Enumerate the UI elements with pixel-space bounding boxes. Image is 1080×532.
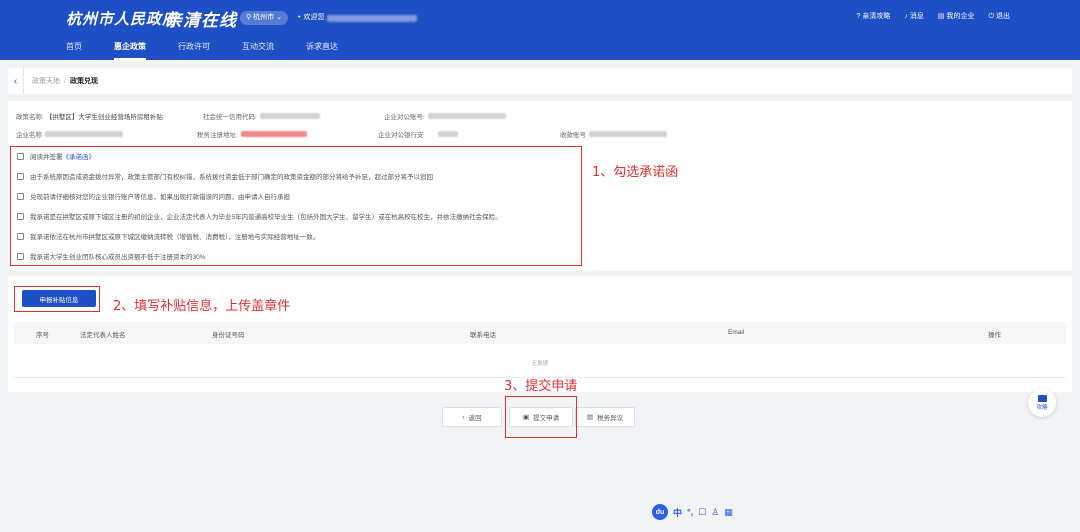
baidu-ime-logo[interactable]: du	[652, 504, 668, 520]
check-item-sign[interactable]: 阅读并签署 《承诺函》	[17, 151, 95, 161]
bank-label: 企业对公银行支	[378, 132, 424, 139]
location-pin-icon: ⚲	[246, 14, 252, 21]
book-icon	[1037, 395, 1047, 402]
guide-link[interactable]: ? 亲清攻略	[856, 11, 890, 23]
back-button[interactable]: ‹ 返回	[442, 407, 502, 427]
checkbox[interactable]	[17, 172, 24, 180]
power-icon: ⏻	[988, 13, 994, 20]
city-label: 杭州市	[253, 14, 275, 21]
qinqing-slogan: 亲清在线	[165, 11, 237, 31]
nav-interaction[interactable]: 互动交流	[242, 41, 274, 57]
document-icon: ▤	[586, 414, 594, 421]
guide-float-button[interactable]: 攻略	[1028, 389, 1056, 417]
breadcrumb-root[interactable]: 政策天地	[32, 76, 60, 86]
tax-address-label: 税务注册地址:	[197, 132, 238, 139]
nav-home[interactable]: 首页	[66, 41, 82, 57]
checkbox[interactable]	[17, 152, 24, 160]
account-no-row: 企业对公账号:	[384, 111, 506, 121]
checkbox[interactable]	[17, 232, 24, 240]
welcome-label: 欢迎您	[303, 14, 325, 21]
col-phone: 联系电话	[470, 332, 496, 339]
info-row-1: 政策名称: 【拱墅区】大学生创业经营场所房租补贴	[16, 111, 163, 121]
city-selector[interactable]: ⚲ 杭州市 ⌄	[240, 11, 289, 25]
table-header: 序号 法定代表人姓名 身份证号码 联系电话 Email 操作	[14, 322, 1066, 344]
bank-row: 企业对公银行支	[378, 129, 458, 139]
col-action: 操作	[988, 332, 1001, 339]
company-row: 企业名称	[16, 129, 123, 139]
redacted-bank	[437, 131, 458, 137]
account-no-label: 企业对公账号:	[384, 114, 425, 121]
checkbox[interactable]	[17, 192, 24, 200]
tax-dispute-button[interactable]: ▤ 税务异议	[575, 407, 635, 427]
redacted-tax-address	[240, 131, 307, 137]
empty-text: 无数据	[531, 361, 549, 367]
company-label: 企业名称	[16, 132, 42, 139]
redacted-receive-account	[589, 131, 667, 137]
check-item-correction[interactable]: 由于系统原因造成资金拨付异常，政策主管部门有权纠错，系统拨付资金低于部门确定的政…	[17, 171, 433, 181]
receive-account-row: 收款账号	[560, 129, 667, 139]
check-item-team[interactable]: 我承诺大学生创业团队核心成员出资额不低于注册资本的30%	[17, 251, 206, 261]
ime-chinese-mode[interactable]: 中	[673, 506, 682, 519]
redacted-company	[45, 131, 123, 137]
welcome-text: • 欢迎您	[298, 12, 418, 24]
checkbox[interactable]	[17, 212, 24, 220]
breadcrumb: ‹ 政策天地 / 政策兑现	[8, 68, 1072, 94]
main-nav: 首页 惠企政策 行政许可 互动交流 诉求直达	[66, 41, 370, 60]
ime-grid-icon[interactable]: ▦	[724, 507, 733, 518]
policy-name-value: 【拱墅区】大学生创业经营场所房租补贴	[45, 114, 163, 121]
ime-punctuation[interactable]: °,	[687, 507, 693, 517]
breadcrumb-current: 政策兑现	[69, 78, 98, 85]
check-item-startup[interactable]: 我承诺是在拱墅区或原下城区注册的初创企业，企业法定代表人为毕业5年内普通高校毕业…	[17, 211, 502, 221]
chevron-down-icon: ⌄	[276, 14, 283, 21]
logout-link[interactable]: ⏻ 退出	[988, 11, 1010, 23]
annotation-step3: 3、提交申请	[504, 379, 578, 394]
check-item-tax[interactable]: 我承诺依法在杭州市拱墅区或原下城区缴纳流转税（增值税、消费税），注册地与实际经营…	[17, 231, 319, 241]
col-email: Email	[728, 329, 745, 336]
redacted-credit-code	[259, 113, 320, 119]
back-arrow-icon[interactable]: ‹	[8, 68, 24, 94]
nav-permit[interactable]: 行政许可	[178, 41, 210, 57]
header-actions: ? 亲清攻略 ♪ 消息 ▤ 我的企业 ⏻ 退出	[856, 11, 1010, 23]
breadcrumb-separator: /	[64, 77, 66, 85]
checkbox[interactable]	[17, 252, 24, 260]
receive-account-label: 收款账号	[560, 132, 586, 139]
check-item-bank[interactable]: 兑现前请仔细核对您的企业银行账户等信息，如果出现打款错误的问题，由申请人自行承担	[17, 191, 290, 201]
policy-name-label: 政策名称:	[16, 114, 44, 121]
question-circle-icon: ?	[856, 13, 861, 20]
ime-toolbar: du 中 °, ☐ ♙ ▦	[652, 504, 733, 520]
messages-link[interactable]: ♪ 消息	[904, 11, 924, 23]
commitment-letter-link[interactable]: 《承诺函》	[63, 151, 96, 161]
tax-address-row: 税务注册地址:	[197, 129, 307, 139]
credit-code-label: 社会统一信用代码:	[203, 114, 257, 121]
annotation-step1: 1、勾选承诺函	[592, 165, 679, 180]
submit-highlight-box	[505, 396, 577, 438]
commitment-highlight-box: 阅读并签署 《承诺函》 由于系统原因造成资金拨付异常，政策主管部门有权纠错，系统…	[10, 146, 582, 266]
government-logo[interactable]: 杭州市人民政府	[66, 8, 178, 29]
redacted-account-no	[427, 113, 506, 119]
nav-appeal[interactable]: 诉求直达	[306, 41, 338, 57]
col-id-number: 身份证号码	[212, 332, 245, 339]
ime-keyboard-icon[interactable]: ☐	[698, 507, 706, 518]
apply-subsidy-button[interactable]: 申报补贴信息	[22, 290, 96, 307]
building-icon: ▤	[937, 13, 945, 20]
annotation-step2: 2、填写补贴信息，上传盖章件	[113, 299, 291, 314]
ime-user-icon[interactable]: ♙	[711, 507, 719, 518]
col-index: 序号	[36, 332, 49, 339]
credit-code-row: 社会统一信用代码:	[203, 111, 320, 121]
my-company-link[interactable]: ▤ 我的企业	[938, 11, 975, 23]
redacted-username	[327, 14, 418, 22]
nav-policy[interactable]: 惠企政策	[114, 41, 146, 60]
col-legal-rep: 法定代表人姓名	[80, 332, 126, 339]
chevron-left-icon: ‹	[462, 413, 465, 421]
top-header: 杭州市人民政府 亲清在线 ⚲ 杭州市 ⌄ • 欢迎您 ? 亲清攻略 ♪ 消息 ▤ 我的…	[0, 0, 1080, 60]
bell-icon: ♪	[904, 13, 908, 20]
